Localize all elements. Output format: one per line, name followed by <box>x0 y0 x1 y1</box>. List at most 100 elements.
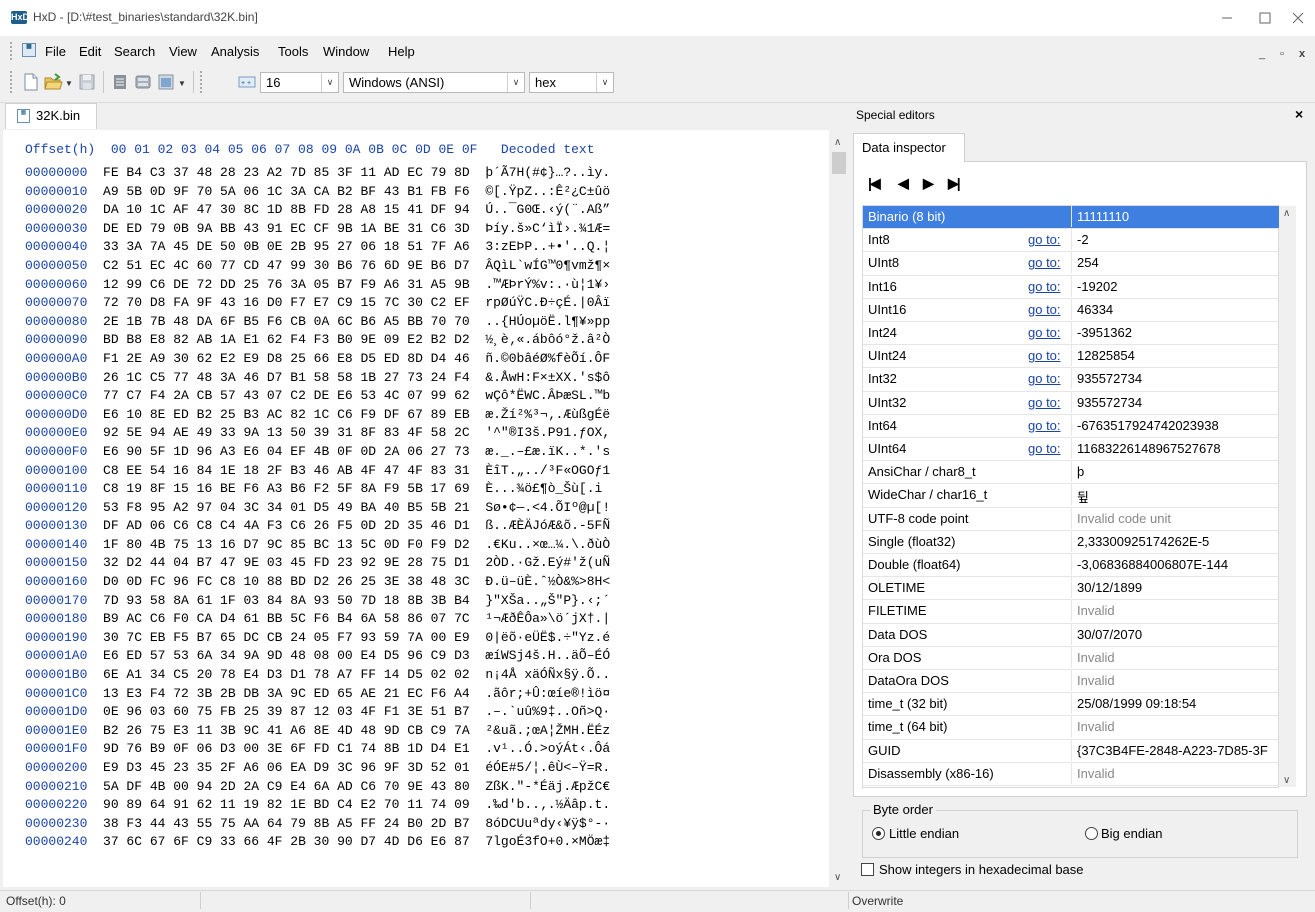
row-decoded-text[interactable]: &.ÅwH:F×±XX.'s$ô <box>485 370 610 385</box>
row-decoded-text[interactable]: þ´Ã7H(#¢}…?..ìy. <box>485 165 610 180</box>
inspector-row[interactable]: Ora DOS Invalid <box>863 646 1279 670</box>
scroll-down-icon[interactable]: ∨ <box>834 872 841 883</box>
hex-row[interactable]: 00000140 1F 80 4B 75 13 16 D7 9C 85 BC 1… <box>25 536 610 555</box>
next-icon[interactable]: ▶ <box>923 175 934 192</box>
hex-row[interactable]: 00000050 C2 51 EC 4C 60 77 CD 47 99 30 B… <box>25 257 610 276</box>
row-decoded-text[interactable]: æ._.–£æ.ïK..*.'s <box>485 444 610 459</box>
row-decoded-text[interactable]: .€Ku..×œ…¼.\.ðùÒ <box>485 537 610 552</box>
inspector-value[interactable]: 935572734 <box>1077 371 1277 386</box>
inspector-value[interactable]: -3,06836884006807E-144 <box>1077 557 1277 572</box>
hex-row[interactable]: 00000120 53 F8 95 A2 97 04 3C 34 01 D5 4… <box>25 499 610 518</box>
inspector-value[interactable]: 46334 <box>1077 302 1277 317</box>
inspector-value[interactable]: 2,33300925174262E-5 <box>1077 534 1277 549</box>
inspector-row[interactable]: UInt24 go to: 12825854 <box>863 345 1279 369</box>
inspector-row[interactable]: WideChar / char16_t 뒾 <box>863 484 1279 508</box>
row-bytes[interactable]: E9 D3 45 23 35 2F A6 06 EA D9 3C 96 9F 3… <box>103 760 470 775</box>
row-bytes[interactable]: 53 F8 95 A2 97 04 3C 34 01 D5 49 BA 40 B… <box>103 500 470 515</box>
inspector-row[interactable]: FILETIME Invalid <box>863 600 1279 624</box>
menu-file[interactable]: File <box>45 44 66 59</box>
chevron-down-icon[interactable]: ∨ <box>507 73 524 92</box>
row-decoded-text[interactable]: ²&uã.;œA¦ŽMH.ËÉz <box>485 723 610 738</box>
goto-link[interactable]: go to: <box>1028 395 1061 410</box>
inspector-row[interactable]: Data DOS 30/07/2070 <box>863 623 1279 647</box>
hex-row[interactable]: 00000020 DA 10 1C AF 47 30 8C 1D 8B FD 2… <box>25 201 610 220</box>
inspector-value[interactable]: 30/12/1899 <box>1077 580 1277 595</box>
row-bytes[interactable]: E6 ED 57 53 6A 34 9A 9D 48 08 00 E4 D5 9… <box>103 648 470 663</box>
row-bytes[interactable]: E6 10 8E ED B2 25 B3 AC 82 1C C6 F9 DF 6… <box>103 407 470 422</box>
hex-row[interactable]: 00000130 DF AD 06 C6 C8 C4 4A F3 C6 26 F… <box>25 517 610 536</box>
row-bytes[interactable]: E6 90 5F 1D 96 A3 E6 04 EF 4B 0F 0D 2A 0… <box>103 444 470 459</box>
row-decoded-text[interactable]: Ð.ü–üÈ.ˆ½Ò&%>8H< <box>485 574 610 589</box>
hex-row[interactable]: 000000C0 77 C7 F4 2A CB 57 43 07 C2 DE E… <box>25 387 610 406</box>
row-decoded-text[interactable]: ©[.ŸpZ..:Ê²¿C±ûö <box>485 184 610 199</box>
inspector-value[interactable]: {37C3B4FE-2848-A223-7D85-3F <box>1077 743 1277 758</box>
mdi-restore-icon[interactable]: ▫ <box>1274 47 1290 61</box>
chevron-down-icon[interactable]: ∨ <box>321 73 338 92</box>
row-bytes[interactable]: C8 19 8F 15 16 BE F6 A3 B6 F2 5F 8A F9 5… <box>103 481 470 496</box>
row-bytes[interactable]: 6E A1 34 C5 20 78 E4 D3 D1 78 A7 FF 14 D… <box>103 667 470 682</box>
hex-base-checkbox[interactable] <box>861 863 874 876</box>
goto-link[interactable]: go to: <box>1028 441 1061 456</box>
hex-row[interactable]: 00000000 FE B4 C3 37 48 28 23 A2 7D 85 3… <box>25 164 610 183</box>
hex-row[interactable]: 00000200 E9 D3 45 23 35 2F A6 06 EA D9 3… <box>25 759 610 778</box>
row-decoded-text[interactable]: ¹¬ÆðÊÔa»\ö´jX†.| <box>485 611 610 626</box>
row-bytes[interactable]: B2 26 75 E3 11 3B 9C 41 A6 8E 4D 48 9D C… <box>103 723 470 738</box>
row-bytes[interactable]: A9 5B 0D 9F 70 5A 06 1C 3A CA B2 BF 43 B… <box>103 184 470 199</box>
hex-row[interactable]: 00000110 C8 19 8F 15 16 BE F6 A3 B6 F2 5… <box>25 480 610 499</box>
row-decoded-text[interactable]: wÇô*ËWC.ÂÞæSL.™b <box>485 388 610 403</box>
hex-row[interactable]: 00000160 D0 0D FC 96 FC C8 10 88 BD D2 2… <box>25 573 610 592</box>
inspector-row[interactable]: AnsiChar / char8_t þ <box>863 461 1279 485</box>
hex-row[interactable]: 000001B0 6E A1 34 C5 20 78 E4 D3 D1 78 A… <box>25 666 610 685</box>
hex-row[interactable]: 00000030 DE ED 79 0B 9A BB 43 91 EC CF 9… <box>25 220 610 239</box>
inspector-value[interactable]: 25/08/1999 09:18:54 <box>1077 696 1277 711</box>
inspector-row[interactable]: Disassembly (x86-16) Invalid <box>863 762 1279 786</box>
little-endian-radio[interactable] <box>872 827 885 840</box>
row-bytes[interactable]: C8 EE 54 16 84 1E 18 2F B3 46 AB 4F 47 4… <box>103 463 470 478</box>
row-bytes[interactable]: FE B4 C3 37 48 28 23 A2 7D 85 3F 11 AD E… <box>103 165 470 180</box>
row-decoded-text[interactable]: .™ÆÞrÝ%v:.·ù¦1¥› <box>485 277 610 292</box>
row-bytes[interactable]: F1 2E A9 30 62 E2 E9 D8 25 66 E8 D5 ED 8… <box>103 351 470 366</box>
open-file-icon[interactable] <box>43 72 63 92</box>
row-decoded-text[interactable]: æ.Ží²%³¬‚.ÆùßgÉë <box>485 407 610 422</box>
mdi-close-icon[interactable]: x <box>1294 47 1310 61</box>
row-decoded-text[interactable]: ZßK."-*Éäj.ÆpžC€ <box>485 779 610 794</box>
row-bytes[interactable]: 77 C7 F4 2A CB 57 43 07 C2 DE E6 53 4C 0… <box>103 388 470 403</box>
offset-base-select[interactable]: hex ∨ <box>529 72 614 93</box>
hex-row[interactable]: 00000240 37 6C 67 6F C9 33 66 4F 2B 30 9… <box>25 833 610 852</box>
hex-row[interactable]: 00000170 7D 93 58 8A 61 1F 03 84 8A 93 5… <box>25 592 610 611</box>
menu-tools[interactable]: Tools <box>278 44 308 59</box>
row-decoded-text[interactable]: ÈîT.„../³F«OGOƒ1 <box>485 463 610 478</box>
inspector-row[interactable]: UTF-8 code point Invalid code unit <box>863 507 1279 531</box>
row-bytes[interactable]: 7D 93 58 8A 61 1F 03 84 8A 93 50 7D 18 8… <box>103 593 470 608</box>
hex-row[interactable]: 000000A0 F1 2E A9 30 62 E2 E9 D8 25 66 E… <box>25 350 610 369</box>
row-bytes[interactable]: D0 0D FC 96 FC C8 10 88 BD D2 26 25 3E 3… <box>103 574 470 589</box>
row-bytes[interactable]: 33 3A 7A 45 DE 50 0B 0E 2B 95 27 06 18 5… <box>103 239 470 254</box>
inspector-row[interactable]: OLETIME 30/12/1899 <box>863 577 1279 601</box>
row-decoded-text[interactable]: Þíy.š»C‘ìÏ›.¾1Æ= <box>485 221 610 236</box>
row-bytes[interactable]: 12 99 C6 DE 72 DD 25 76 3A 05 B7 F9 A6 3… <box>103 277 470 292</box>
big-endian-radio[interactable] <box>1085 827 1098 840</box>
menu-help[interactable]: Help <box>388 44 415 59</box>
bytes-per-row-select[interactable]: 16 ∨ <box>260 72 339 93</box>
inspector-value[interactable]: 30/07/2070 <box>1077 627 1277 642</box>
inspector-value[interactable]: Invalid <box>1077 766 1277 781</box>
inspector-row[interactable]: Int8 go to: -2 <box>863 229 1279 253</box>
hex-row[interactable]: 00000190 30 7C EB F5 B7 65 DC CB 24 05 F… <box>25 629 610 648</box>
row-decoded-text[interactable]: 0|ëõ·eÜË$.÷"Yz.é <box>485 630 610 645</box>
hex-row[interactable]: 000001E0 B2 26 75 E3 11 3B 9C 41 A6 8E 4… <box>25 722 610 741</box>
scroll-thumb[interactable] <box>832 152 846 174</box>
scroll-up-icon[interactable]: ∧ <box>834 137 841 148</box>
inspector-row[interactable]: time_t (64 bit) Invalid <box>863 716 1279 740</box>
inspector-value[interactable]: Invalid <box>1077 603 1277 618</box>
inspector-value[interactable]: 935572734 <box>1077 395 1277 410</box>
inspector-value[interactable]: þ <box>1077 464 1277 479</box>
hex-row[interactable]: 000001A0 E6 ED 57 53 6A 34 9A 9D 48 08 0… <box>25 647 610 666</box>
last-icon[interactable]: ▶| <box>948 175 961 192</box>
row-bytes[interactable]: 30 7C EB F5 B7 65 DC CB 24 05 F7 93 59 7… <box>103 630 470 645</box>
inspector-value[interactable]: -19202 <box>1077 279 1277 294</box>
little-endian-label[interactable]: Little endian <box>889 826 959 841</box>
row-decoded-text[interactable]: éÓE#5/¦.êÙ<–Ÿ=R. <box>485 760 610 775</box>
row-bytes[interactable]: BD B8 E8 82 AB 1A E1 62 F4 F3 B0 9E 09 E… <box>103 332 470 347</box>
row-decoded-text[interactable]: .‰d'b..‚.½Äâp.t. <box>485 797 610 812</box>
inspector-value[interactable]: -6763517924742023938 <box>1077 418 1277 433</box>
